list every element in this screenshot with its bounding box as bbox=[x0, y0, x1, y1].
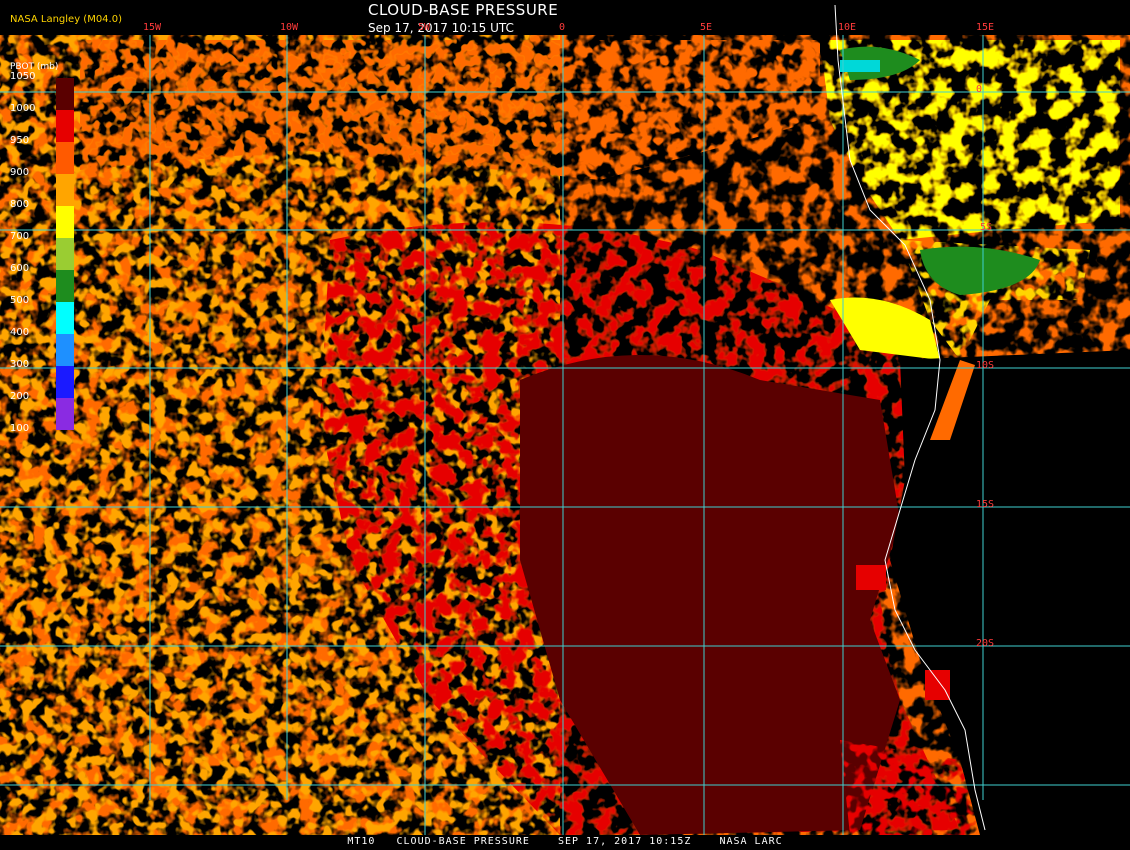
legend-swatch bbox=[56, 110, 74, 142]
lon-label-5e: 5E bbox=[700, 22, 713, 33]
legend-swatch bbox=[56, 174, 74, 206]
legend-value: 500 bbox=[10, 295, 30, 306]
legend-value: 1050 bbox=[10, 71, 36, 82]
map-timestamp: Sep 17, 2017 10:15 UTC bbox=[368, 21, 514, 35]
legend-swatch bbox=[56, 398, 74, 430]
legend-value: 700 bbox=[10, 231, 30, 242]
legend-value: 300 bbox=[10, 359, 30, 370]
legend-value: 600 bbox=[10, 263, 30, 274]
lon-label-15e: 15E bbox=[976, 22, 995, 33]
lon-label-15w: 15W bbox=[143, 22, 162, 33]
legend-value: 400 bbox=[10, 327, 30, 338]
lon-label-0: 0 bbox=[559, 22, 566, 33]
legend-value: 800 bbox=[10, 199, 30, 210]
lon-label-5w: 5W bbox=[418, 22, 431, 33]
lon-label-10w: 10W bbox=[280, 22, 299, 33]
cloud-field bbox=[0, 35, 1130, 835]
legend-value: 1000 bbox=[10, 103, 36, 114]
legend-value: 950 bbox=[10, 135, 30, 146]
legend-value: 100 bbox=[10, 423, 30, 434]
cloud-base-pressure-map bbox=[0, 0, 1130, 850]
footer-caption: MT10 CLOUD-BASE PRESSURE SEP 17, 2017 10… bbox=[0, 836, 1130, 850]
legend-swatch bbox=[56, 366, 74, 398]
legend-value: 900 bbox=[10, 167, 30, 178]
legend-swatch bbox=[56, 142, 74, 174]
lon-label-10e: 10E bbox=[838, 22, 857, 33]
legend-value: 200 bbox=[10, 391, 30, 402]
map-title: CLOUD-BASE PRESSURE bbox=[368, 1, 559, 19]
lat-label-10s: 10S bbox=[976, 360, 995, 371]
lat-label-20s: 20S bbox=[976, 638, 995, 649]
legend-swatch bbox=[56, 206, 74, 238]
legend-swatch bbox=[56, 238, 74, 270]
lat-label-5s: 5S bbox=[980, 222, 993, 233]
legend-swatch bbox=[56, 334, 74, 366]
legend-swatch bbox=[56, 302, 74, 334]
legend-swatch bbox=[56, 270, 74, 302]
agency-label: NASA Langley (M04.0) bbox=[10, 14, 122, 25]
legend-swatch bbox=[56, 78, 74, 110]
lat-label-0: 0 bbox=[976, 84, 983, 95]
lat-label-15s: 15S bbox=[976, 499, 995, 510]
